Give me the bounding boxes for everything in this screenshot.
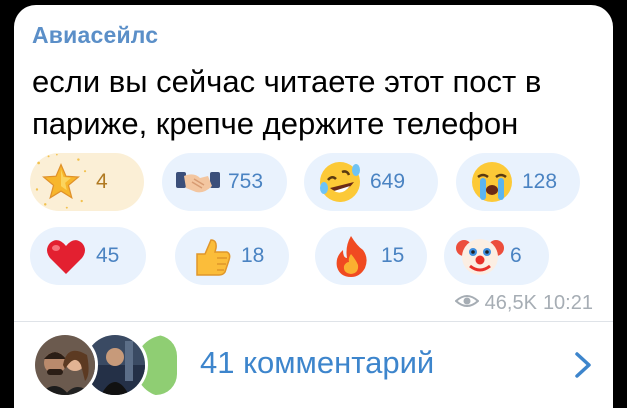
reaction-count: 15	[381, 244, 405, 267]
reaction-rofl[interactable]: 649	[304, 153, 438, 211]
reaction-fire[interactable]: 15	[315, 227, 427, 285]
reaction-count: 753	[228, 170, 264, 193]
views-count: 46,5K	[484, 292, 537, 314]
handshake-icon	[174, 158, 222, 206]
post-time: 10:21	[542, 292, 593, 314]
star-icon	[35, 153, 90, 209]
comments-button[interactable]: 41 комментарий	[14, 322, 613, 408]
post-text-line-2: париже, крепче держите телефон	[32, 106, 519, 141]
fire-icon	[327, 232, 375, 280]
chevron-right-icon[interactable]	[571, 349, 595, 381]
thumbs-up-icon	[187, 232, 235, 280]
reaction-handshake[interactable]: 753	[162, 153, 287, 211]
eye-icon	[454, 292, 480, 315]
reaction-count: 18	[241, 244, 265, 267]
clown-face-icon	[456, 232, 504, 280]
reaction-clown[interactable]: 6	[444, 227, 549, 285]
reaction-count: 6	[510, 244, 522, 267]
reaction-heart[interactable]: 45	[30, 227, 146, 285]
reaction-count: 649	[370, 170, 406, 193]
channel-name[interactable]: Авиасейлс	[32, 22, 158, 49]
comments-count-label[interactable]: 41 комментарий	[200, 345, 434, 381]
post-text-line-1: если вы сейчас читаете этот пост в	[32, 64, 542, 99]
post-text: если вы сейчас читаете этот пост в париж…	[32, 61, 607, 145]
post-meta: 46,5K 10:21	[454, 292, 593, 315]
reaction-count: 45	[96, 244, 120, 267]
reaction-count: 128	[522, 170, 558, 193]
rofl-face-icon	[316, 158, 364, 206]
reaction-crying[interactable]: 128	[456, 153, 580, 211]
reaction-count: 4	[96, 170, 108, 193]
reaction-thumbs-up[interactable]: 18	[175, 227, 289, 285]
message-bubble: Авиасейлс если вы сейчас читаете этот по…	[14, 5, 613, 408]
crying-face-icon	[468, 158, 516, 206]
avatar	[32, 332, 98, 398]
heart-icon	[42, 232, 90, 280]
reaction-star[interactable]: 4	[30, 153, 144, 211]
